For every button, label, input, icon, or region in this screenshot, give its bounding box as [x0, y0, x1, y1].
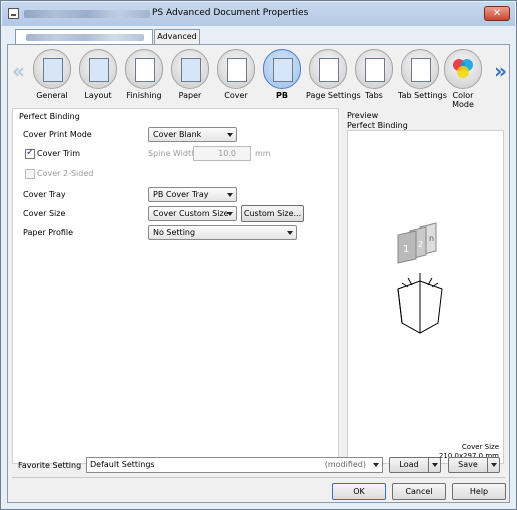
cover-size-caption: Cover Size [461, 443, 499, 451]
dialog-window: PS Advanced Document Properties ✕ Advanc… [0, 0, 517, 510]
function-toolbar: « General Layout Finishing Paper Cover P… [8, 45, 509, 109]
spine-width-input[interactable]: 10.0 [193, 146, 251, 161]
chevron-down-icon [227, 212, 233, 216]
preview-subtitle: Perfect Binding [347, 121, 408, 130]
preview-title: Preview [347, 111, 379, 120]
favorite-setting-value: Default Settings [90, 460, 155, 469]
perfect-binding-illustration: 1 2 n [397, 222, 443, 334]
spine-width-label: Spine Width [148, 149, 197, 158]
chevron-down-icon [227, 193, 233, 197]
tab-settings-icon [401, 49, 439, 89]
toolbar-label: Tab Settings [398, 91, 447, 100]
title-bar[interactable]: PS Advanced Document Properties ✕ [2, 2, 515, 26]
paper-profile-select[interactable]: No Setting [148, 225, 297, 240]
printer-icon [8, 8, 19, 19]
load-button[interactable]: Load [389, 457, 441, 473]
layout-icon [79, 49, 117, 89]
page-number-1: 1 [403, 244, 409, 255]
page-number-n: n [429, 234, 434, 243]
toolbar-color-mode[interactable]: Color Mode [444, 49, 482, 109]
tab-redacted[interactable] [15, 29, 153, 45]
cover-tray-value: PB Cover Tray [153, 190, 209, 199]
color-mode-icon [444, 49, 482, 89]
cover-size-select[interactable]: Cover Custom Size [148, 206, 237, 221]
paper-profile-label: Paper Profile [23, 228, 74, 237]
help-button[interactable]: Help [452, 483, 506, 500]
cover-print-mode-value: Cover Blank [153, 130, 202, 139]
toolbar-label: Layout [84, 91, 112, 100]
tab-strip: Advanced [7, 29, 510, 45]
cover-size-value: Cover Custom Size [153, 209, 229, 218]
chevron-down-icon [373, 463, 379, 467]
toolbar-layout[interactable]: Layout [76, 49, 120, 100]
preview-panel: Preview Perfect Binding 1 2 n Cover Size… [343, 108, 508, 464]
ok-button[interactable]: OK [332, 483, 386, 500]
page-stack-icon: 1 2 n [397, 222, 437, 264]
close-button[interactable]: ✕ [484, 6, 510, 21]
perfect-binding-icon [263, 49, 301, 89]
toolbar-label: PB [276, 91, 288, 100]
toolbar-label: Color Mode [452, 91, 474, 109]
cover-tray-select[interactable]: PB Cover Tray [148, 187, 237, 202]
tab-advanced[interactable]: Advanced [154, 29, 200, 45]
save-dropdown-icon[interactable] [487, 458, 499, 472]
toolbar-paper[interactable]: Paper [168, 49, 212, 100]
tabs-icon [355, 49, 393, 89]
favorite-setting-label: Favorite Setting [18, 461, 82, 470]
redacted-printer-name [24, 10, 150, 18]
finishing-icon [125, 49, 163, 89]
toolbar-label: Paper [178, 91, 202, 100]
scroll-right-icon[interactable]: » [494, 59, 507, 83]
chevron-down-icon [227, 133, 233, 137]
toolbar-general[interactable]: General [30, 49, 74, 100]
toolbar-tab-settings[interactable]: Tab Settings [398, 49, 447, 100]
toolbar-tabs[interactable]: Tabs [352, 49, 396, 100]
cover-print-mode-label: Cover Print Mode [23, 130, 92, 139]
load-dropdown-icon[interactable] [428, 458, 440, 472]
book-icon [397, 273, 443, 334]
page-number-2: 2 [418, 240, 423, 249]
cancel-button[interactable]: Cancel [392, 483, 446, 500]
spine-width-unit: mm [255, 149, 271, 158]
general-icon [33, 49, 71, 89]
toolbar-label: Finishing [126, 91, 162, 100]
cover-size-label: Cover Size [23, 209, 66, 218]
toolbar-cover[interactable]: Cover [214, 49, 258, 100]
toolbar-label: General [36, 91, 68, 100]
toolbar-label: Cover [224, 91, 248, 100]
custom-size-button[interactable]: Custom Size... [241, 205, 304, 222]
toolbar-pb[interactable]: PB [260, 49, 304, 100]
cover-trim-checkbox[interactable] [25, 147, 35, 159]
window-title: PS Advanced Document Properties [152, 8, 309, 18]
advanced-panel: « General Layout Finishing Paper Cover P… [7, 44, 510, 503]
cover-tray-label: Cover Tray [23, 190, 66, 199]
redacted-tab-label [26, 34, 144, 41]
section-title: Perfect Binding [19, 112, 80, 121]
favorite-modified-status: (modified) [324, 460, 366, 469]
cover-2-sided-label: Cover 2-Sided [37, 169, 94, 178]
paper-profile-value: No Setting [153, 228, 196, 237]
toolbar-label: Tabs [365, 91, 383, 100]
toolbar-finishing[interactable]: Finishing [122, 49, 166, 100]
scroll-left-icon[interactable]: « [12, 59, 25, 83]
load-label: Load [399, 460, 419, 469]
cover-print-mode-select[interactable]: Cover Blank [148, 127, 237, 142]
cover-2-sided-checkbox[interactable] [25, 169, 35, 179]
cover-icon [217, 49, 255, 89]
perfect-binding-panel: Perfect Binding Cover Print Mode Cover B… [12, 108, 339, 464]
toolbar-page-settings[interactable]: Page Settings [306, 49, 361, 100]
cover-trim-label: Cover Trim [37, 149, 80, 158]
save-button[interactable]: Save [448, 457, 500, 473]
page-settings-icon [309, 49, 347, 89]
favorite-setting-select[interactable]: Default Settings (modified) [86, 457, 383, 473]
chevron-down-icon [287, 231, 293, 235]
paper-icon [171, 49, 209, 89]
footer-divider [12, 477, 505, 478]
preview-frame: 1 2 n Cover Size 210.0x297.0 mm [347, 130, 504, 464]
toolbar-label: Page Settings [306, 91, 361, 100]
save-label: Save [458, 460, 478, 469]
